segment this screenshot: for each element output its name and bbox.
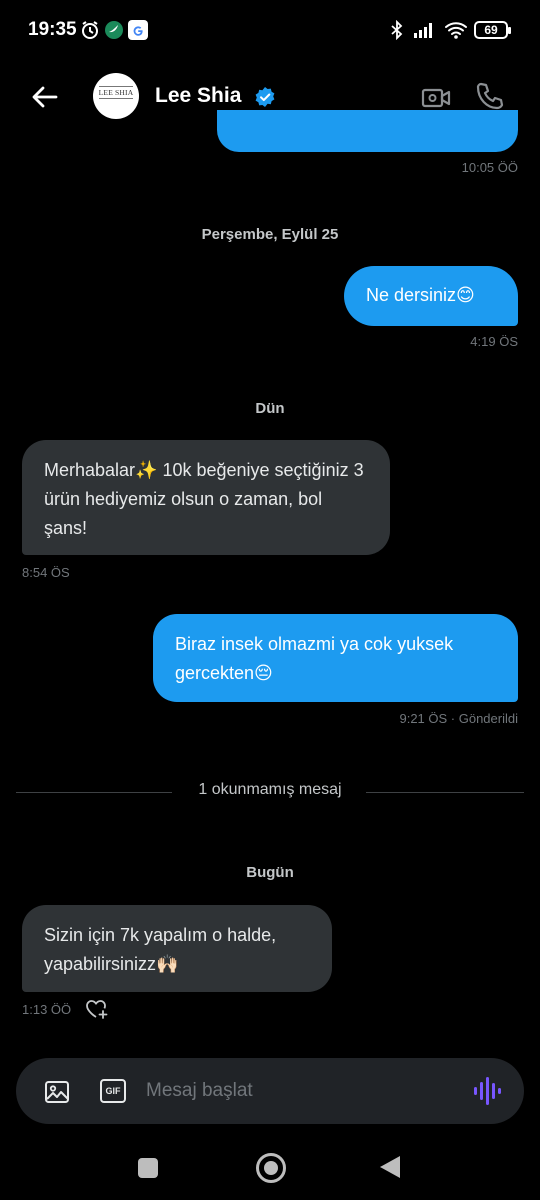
wifi-icon <box>445 22 467 39</box>
contact-name[interactable]: Lee Shia <box>155 84 241 108</box>
system-navigation-bar <box>0 1134 540 1200</box>
battery-icon: 69 <box>474 21 511 39</box>
app-notification-icon <box>105 21 123 39</box>
bluetooth-icon <box>391 20 403 40</box>
message-timestamp: 10:05 ÖÖ <box>461 160 518 175</box>
home-button[interactable] <box>256 1153 286 1183</box>
phone-call-icon[interactable] <box>474 80 506 112</box>
message-text: Merhabalar✨ 10k beğeniye seçtiğiniz 3 ür… <box>44 460 364 538</box>
avatar-logo-text: LEE SHIA <box>93 86 139 99</box>
system-back-button[interactable] <box>380 1156 400 1178</box>
date-separator: Dün <box>255 400 285 417</box>
message-composer: GIF <box>16 1058 524 1124</box>
recents-button[interactable] <box>138 1158 158 1178</box>
message-text: Biraz insek olmazmi ya cok yuksek gercek… <box>175 634 454 683</box>
message-bubble-outgoing[interactable]: Biraz insek olmazmi ya cok yuksek gercek… <box>153 614 518 702</box>
message-timestamp: 1:13 ÖÖ <box>22 1002 72 1017</box>
message-bubble-outgoing[interactable]: Ne dersiniz😊 <box>344 266 518 326</box>
avatar[interactable]: LEE SHIA <box>93 73 139 119</box>
status-bar: 19:35 69 <box>0 0 540 62</box>
back-arrow-icon[interactable] <box>28 80 62 114</box>
image-attach-icon[interactable] <box>44 1079 70 1105</box>
verified-badge-icon <box>255 87 275 107</box>
alarm-icon <box>82 21 98 39</box>
voice-message-icon[interactable] <box>472 1075 502 1107</box>
message-text: Sizin için 7k yapalım o halde, yapabilir… <box>44 925 277 974</box>
message-bubble-incoming[interactable]: Merhabalar✨ 10k beğeniye seçtiğiniz 3 ür… <box>22 440 390 555</box>
message-timestamp: 4:19 ÖS <box>470 334 518 349</box>
gif-button[interactable]: GIF <box>100 1079 126 1103</box>
message-text: Ne dersiniz😊 <box>366 285 475 305</box>
message-input[interactable] <box>146 1079 446 1103</box>
date-separator: Perşembe, Eylül 25 <box>201 226 339 243</box>
signal-icon <box>414 23 432 38</box>
message-bubble-outgoing-previous[interactable] <box>217 110 518 152</box>
add-reaction-icon[interactable] <box>84 998 108 1020</box>
google-icon <box>128 20 148 40</box>
date-separator: Bugün <box>246 864 294 881</box>
message-status-timestamp: 9:21 ÖS · Gönderildi <box>399 711 518 726</box>
unread-divider: 1 okunmamış mesaj <box>16 778 524 806</box>
status-time: 19:35 <box>28 19 77 40</box>
message-timestamp: 8:54 ÖS <box>22 565 70 580</box>
unread-label: 1 okunmamış mesaj <box>198 781 342 798</box>
message-bubble-incoming[interactable]: Sizin için 7k yapalım o halde, yapabilir… <box>22 905 332 992</box>
